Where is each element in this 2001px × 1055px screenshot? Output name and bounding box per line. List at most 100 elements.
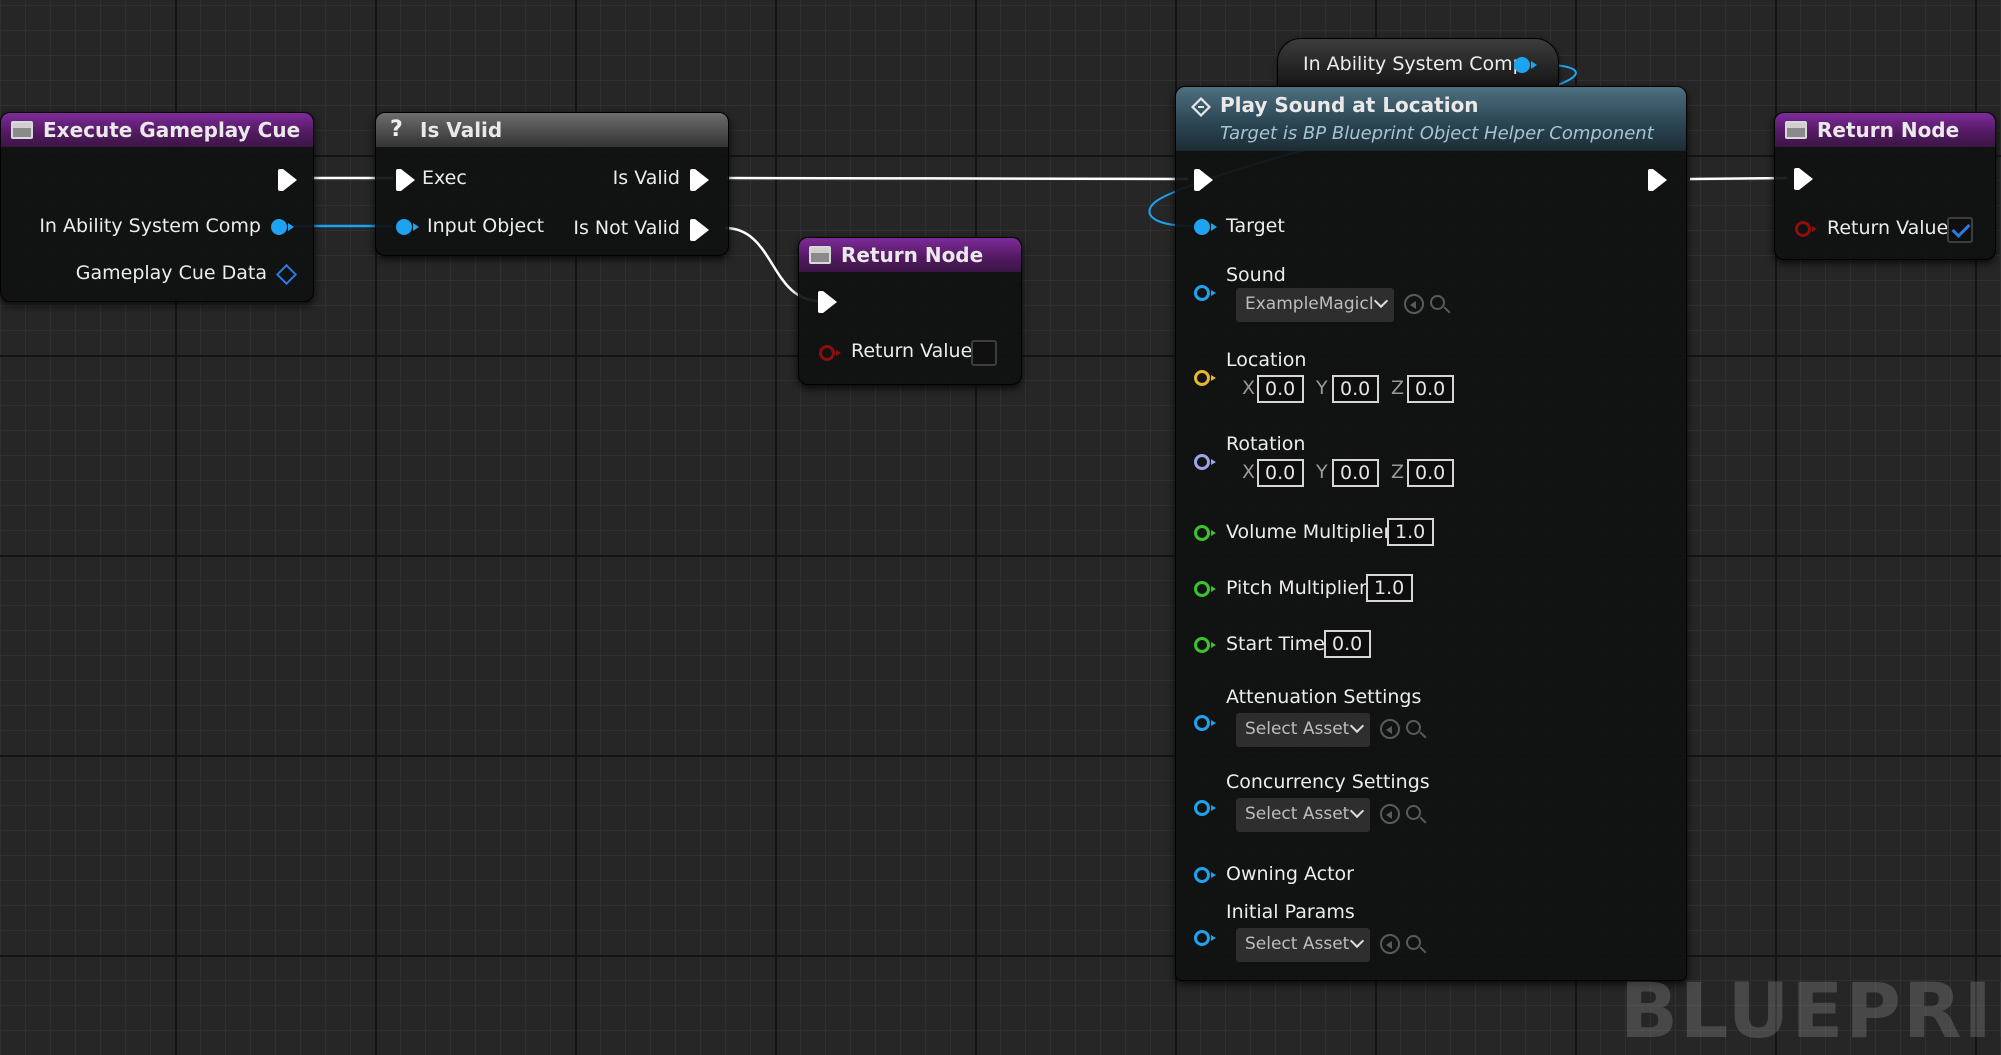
use-selected-asset-icon[interactable] — [1404, 294, 1424, 314]
initial-params-asset-dropdown[interactable]: Select Asset — [1236, 928, 1370, 962]
location-pin[interactable] — [1194, 370, 1216, 386]
pin-label: Start Time — [1226, 633, 1325, 655]
pin-label: Return Value — [1827, 217, 1949, 239]
pin-label: Owning Actor — [1226, 863, 1354, 885]
pitch-multiplier-pin[interactable] — [1194, 581, 1216, 597]
ability-system-comp-getter[interactable]: In Ability System Comp — [1277, 38, 1559, 88]
attenuation-value: Select Asset — [1245, 719, 1350, 739]
use-selected-asset-icon[interactable] — [1380, 719, 1400, 739]
pin-label: Is Valid — [612, 167, 680, 189]
pin-label: Exec — [422, 167, 467, 189]
browse-asset-icon[interactable] — [1406, 720, 1421, 735]
browse-asset-icon[interactable] — [1406, 805, 1421, 820]
start-time-field[interactable] — [1324, 630, 1371, 658]
node-title: Is Valid — [420, 118, 503, 142]
pin-label: Location — [1226, 349, 1307, 371]
cue-data-pin[interactable] — [275, 263, 298, 286]
attenuation-settings-pin[interactable] — [1194, 715, 1216, 731]
ability-comp-pin[interactable] — [271, 219, 294, 235]
pin-label: Sound — [1226, 264, 1286, 286]
exec-in-pin[interactable] — [396, 169, 415, 191]
start-time-pin[interactable] — [1194, 637, 1216, 653]
node-header[interactable]: Execute Gameplay Cue — [1, 113, 313, 147]
node-title: Execute Gameplay Cue — [43, 118, 301, 142]
exec-out-pin[interactable] — [278, 169, 297, 191]
chevron-down-icon — [1349, 718, 1365, 734]
function-diamond-icon — [1190, 96, 1212, 118]
initial-params-pin[interactable] — [1194, 930, 1216, 946]
pin-label: Initial Params — [1226, 901, 1355, 923]
is-not-valid-exec-pin[interactable] — [690, 219, 709, 241]
browse-asset-icon[interactable] — [1430, 295, 1445, 310]
return-value-pin[interactable] — [1795, 221, 1817, 237]
sound-pin[interactable] — [1194, 285, 1216, 301]
node-title: Return Node — [841, 243, 984, 267]
location-x-field[interactable] — [1257, 375, 1304, 403]
blueprint-watermark: BLUEPRINT — [1620, 966, 2001, 1055]
initial-params-value: Select Asset — [1245, 934, 1350, 954]
exec-out-pin[interactable] — [1648, 169, 1667, 191]
play-sound-at-location-node[interactable]: Play Sound at Location Target is BP Blue… — [1175, 86, 1687, 981]
use-selected-asset-icon[interactable] — [1380, 934, 1400, 954]
chevron-down-icon — [1373, 293, 1389, 309]
pin-label: Pitch Multiplier — [1226, 577, 1367, 599]
rotation-y-field[interactable] — [1332, 459, 1379, 487]
node-title: Return Node — [1817, 118, 1960, 142]
pin-label: Target — [1226, 215, 1285, 237]
getter-label: In Ability System Comp — [1303, 53, 1525, 75]
getter-output-pin[interactable] — [1514, 57, 1537, 73]
axis-label: X — [1242, 377, 1256, 399]
pitch-multiplier-field[interactable] — [1366, 574, 1413, 602]
owning-actor-pin[interactable] — [1194, 867, 1216, 883]
function-icon — [1785, 121, 1807, 139]
is-valid-exec-pin[interactable] — [690, 169, 709, 191]
input-object-pin[interactable] — [396, 219, 419, 235]
return-node[interactable]: Return Node Return Value — [1774, 112, 1996, 260]
return-value-pin[interactable] — [819, 345, 841, 361]
use-selected-asset-icon[interactable] — [1380, 804, 1400, 824]
rotation-x-field[interactable] — [1257, 459, 1304, 487]
checkmark-icon — [1951, 218, 1971, 239]
axis-label: X — [1242, 461, 1256, 483]
exec-in-pin[interactable] — [818, 291, 837, 313]
volume-multiplier-field[interactable] — [1387, 518, 1434, 546]
attenuation-asset-dropdown[interactable]: Select Asset — [1236, 713, 1370, 747]
pin-label: Input Object — [427, 215, 545, 237]
axis-label: Z — [1391, 377, 1405, 399]
is-valid-node[interactable]: ? Is Valid Exec Input Object Is Valid Is… — [375, 112, 729, 256]
node-title: Play Sound at Location — [1220, 93, 1479, 117]
node-header[interactable]: Return Node — [799, 238, 1021, 272]
browse-asset-icon[interactable] — [1406, 935, 1421, 950]
node-header[interactable]: ? Is Valid — [376, 113, 728, 147]
node-header[interactable]: Play Sound at Location Target is BP Blue… — [1176, 87, 1686, 151]
exec-wire — [1689, 176, 1788, 181]
pin-label: Attenuation Settings — [1226, 686, 1422, 708]
rotation-z-field[interactable] — [1407, 459, 1454, 487]
exec-in-pin[interactable] — [1194, 169, 1213, 191]
axis-label: Y — [1316, 377, 1328, 399]
execute-gameplay-cue-node[interactable]: Execute Gameplay Cue In Ability System C… — [0, 112, 314, 302]
function-icon — [809, 246, 831, 264]
return-value-checkbox[interactable] — [1947, 217, 1973, 243]
exec-wire — [726, 176, 1189, 181]
pin-label: Return Value — [851, 340, 973, 362]
rotation-pin[interactable] — [1194, 454, 1216, 470]
function-icon — [11, 121, 33, 139]
return-node[interactable]: Return Node Return Value — [798, 237, 1022, 385]
return-value-checkbox[interactable] — [971, 340, 997, 366]
concurrency-asset-dropdown[interactable]: Select Asset — [1236, 798, 1370, 832]
target-pin[interactable] — [1194, 219, 1217, 235]
pin-label: Concurrency Settings — [1226, 771, 1430, 793]
chevron-down-icon — [1349, 803, 1365, 819]
concurrency-value: Select Asset — [1245, 804, 1350, 824]
location-z-field[interactable] — [1407, 375, 1454, 403]
exec-in-pin[interactable] — [1794, 168, 1813, 190]
sound-asset-dropdown[interactable]: ExampleMagicI — [1236, 288, 1394, 322]
volume-multiplier-pin[interactable] — [1194, 525, 1216, 541]
location-y-field[interactable] — [1332, 375, 1379, 403]
pin-label: Gameplay Cue Data — [75, 262, 267, 284]
concurrency-settings-pin[interactable] — [1194, 800, 1216, 816]
node-header[interactable]: Return Node — [1775, 113, 1995, 147]
pin-label: Is Not Valid — [573, 217, 680, 239]
axis-label: Y — [1316, 461, 1328, 483]
